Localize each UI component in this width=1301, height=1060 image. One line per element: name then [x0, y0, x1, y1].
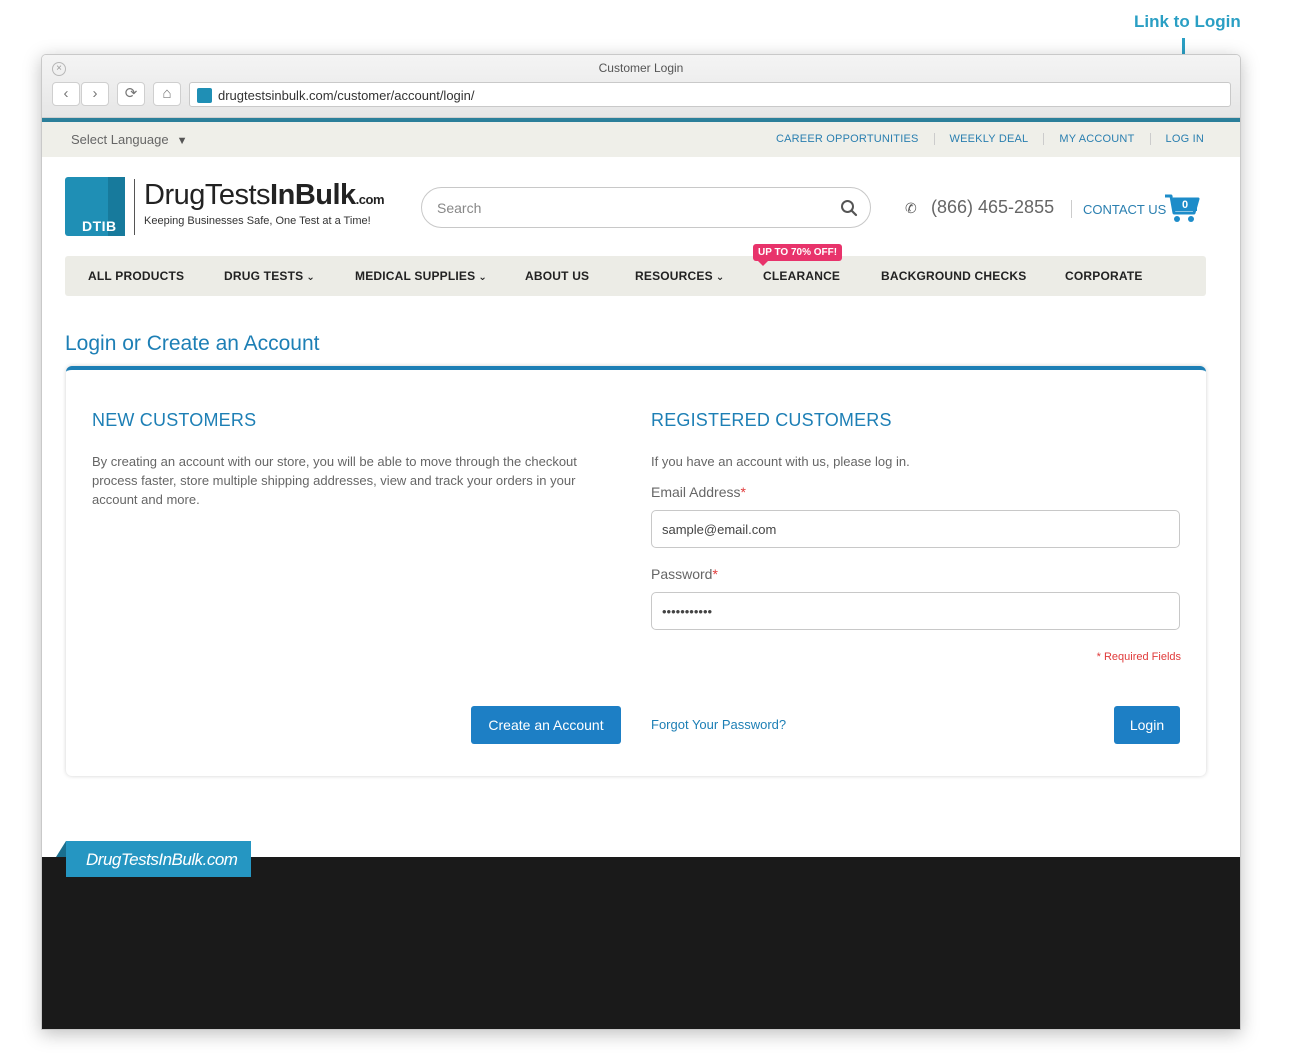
required-mark: *: [740, 484, 746, 500]
nav-label: ALL PRODUCTS: [88, 269, 185, 283]
main-nav: ALL PRODUCTS DRUG TESTS ⌄ MEDICAL SUPPLIE…: [65, 256, 1206, 296]
browser-chrome: × Customer Login ‹ › ⟳ ⌂ drugtestsinbulk…: [42, 55, 1240, 118]
email-label: Email Address*: [651, 484, 746, 500]
phone-icon: ✆: [905, 200, 917, 216]
nav-label: DRUG TESTS: [224, 269, 304, 283]
browser-window: × Customer Login ‹ › ⟳ ⌂ drugtestsinbulk…: [41, 54, 1241, 1030]
logo-wordmark-suffix: .com: [355, 192, 385, 207]
phone-number[interactable]: (866) 465-2855: [931, 197, 1054, 218]
registered-customers-heading: REGISTERED CUSTOMERS: [651, 410, 892, 430]
reload-button[interactable]: ⟳: [117, 82, 145, 106]
favicon-icon: [197, 88, 212, 103]
window-title: Customer Login: [598, 61, 684, 75]
search-input[interactable]: Search: [421, 187, 871, 228]
annotation-label: Link to Login: [1134, 12, 1241, 31]
create-account-button[interactable]: Create an Account: [471, 706, 621, 744]
language-select[interactable]: Select Language ▼: [71, 132, 187, 147]
contact-us-link[interactable]: CONTACT US: [1083, 202, 1166, 217]
cart-icon[interactable]: 0: [1164, 193, 1200, 225]
nav-resources[interactable]: RESOURCES ⌄: [635, 269, 724, 283]
search-icon[interactable]: [840, 199, 858, 217]
nav-clearance[interactable]: CLEARANCE: [763, 269, 840, 283]
dropdown-arrow-icon: ▼: [176, 135, 188, 147]
new-customers-heading: NEW CUSTOMERS: [92, 410, 257, 430]
password-label: Password*: [651, 566, 718, 582]
login-button[interactable]: Login: [1114, 706, 1180, 744]
page-title: Login or Create an Account: [65, 332, 320, 355]
footer: [42, 857, 1240, 1029]
nav-label: ABOUT US: [525, 269, 590, 283]
nav-about-us[interactable]: ABOUT US: [525, 269, 589, 283]
nav-medical-supplies[interactable]: MEDICAL SUPPLIES ⌄: [355, 269, 487, 283]
required-fields-note: * Required Fields: [1096, 651, 1181, 663]
nav-corporate[interactable]: CORPORATE: [1065, 269, 1143, 283]
logo-wordmark[interactable]: DrugTestsInBulk.com: [144, 179, 385, 212]
footer-brand-tab: DrugTestsInBulk.com: [56, 841, 251, 877]
email-value: sample@email.com: [662, 522, 777, 537]
nav-drug-tests[interactable]: DRUG TESTS ⌄: [224, 269, 315, 283]
logo-badge-text: DTIB: [82, 218, 117, 234]
login-link[interactable]: LOG IN: [1149, 133, 1205, 145]
email-field[interactable]: sample@email.com: [651, 510, 1180, 548]
header-divider: [1071, 200, 1072, 218]
logo-badge[interactable]: DTIB: [65, 177, 125, 236]
registered-intro: If you have an account with us, please l…: [651, 454, 910, 469]
back-button[interactable]: ‹: [52, 82, 80, 106]
nav-label: BACKGROUND CHECKS: [881, 269, 1027, 283]
chevron-down-icon: ⌄: [306, 272, 315, 283]
nav-label: RESOURCES: [635, 269, 713, 283]
nav-all-products[interactable]: ALL PRODUCTS: [88, 269, 184, 283]
nav-label: CLEARANCE: [763, 269, 841, 283]
top-links: CAREER OPPORTUNITIES WEEKLY DEAL MY ACCO…: [761, 133, 1204, 145]
weekly-deal-link[interactable]: WEEKLY DEAL: [933, 133, 1044, 145]
forgot-password-link[interactable]: Forgot Your Password?: [651, 717, 786, 732]
language-select-label: Select Language: [71, 132, 169, 147]
utility-bar: Select Language ▼ CAREER OPPORTUNITIES WE…: [42, 122, 1240, 157]
password-field[interactable]: •••••••••••: [651, 592, 1180, 630]
chevron-down-icon: ⌄: [478, 272, 487, 283]
my-account-link[interactable]: MY ACCOUNT: [1043, 133, 1149, 145]
nav-label: MEDICAL SUPPLIES: [355, 269, 476, 283]
password-label-text: Password: [651, 566, 713, 582]
chevron-down-icon: ⌄: [715, 272, 725, 283]
footer-brand: DrugTestsInBulk.com: [86, 850, 238, 869]
home-button[interactable]: ⌂: [153, 82, 181, 106]
login-card: NEW CUSTOMERS By creating an account wit…: [66, 366, 1206, 776]
logo-divider: [134, 179, 135, 235]
forward-button[interactable]: ›: [81, 82, 109, 106]
address-bar[interactable]: drugtestsinbulk.com/customer/account/log…: [189, 82, 1231, 107]
logo-tagline: Keeping Businesses Safe, One Test at a T…: [144, 215, 371, 227]
cart-count: 0: [1182, 199, 1188, 211]
email-label-text: Email Address: [651, 484, 741, 500]
search-placeholder: Search: [437, 200, 482, 216]
new-customers-text: By creating an account with our store, y…: [92, 454, 577, 507]
nav-background-checks[interactable]: BACKGROUND CHECKS: [881, 269, 1026, 283]
password-value: •••••••••••: [662, 604, 713, 619]
nav-label: CORPORATE: [1065, 269, 1143, 283]
career-opportunities-link[interactable]: CAREER OPPORTUNITIES: [761, 133, 934, 145]
logo-wordmark-light: DrugTests: [144, 179, 271, 211]
sale-badge: UP TO 70% OFF!: [753, 244, 843, 266]
required-mark: *: [712, 566, 718, 582]
url-text: drugtestsinbulk.com/customer/account/log…: [218, 88, 475, 103]
logo-wordmark-bold: InBulk: [270, 179, 356, 211]
